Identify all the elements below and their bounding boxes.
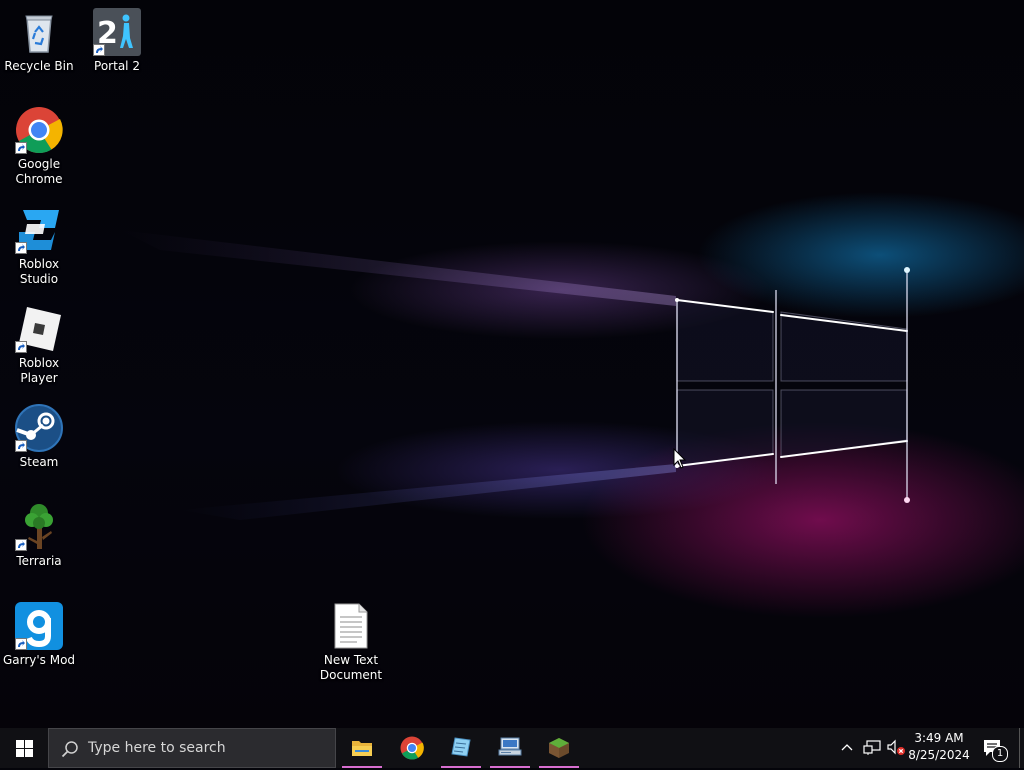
steam-icon [15, 404, 63, 452]
shortcut-arrow-icon [15, 440, 27, 452]
notification-count-badge: 1 [992, 746, 1008, 762]
desktop-icon-label: Garry's Mod [2, 653, 76, 667]
desktop-icon-label: Portal 2 [94, 59, 140, 73]
clock-date: 8/25/2024 [908, 748, 970, 762]
roblox-player-icon [15, 305, 63, 353]
taskbar-search-box[interactable]: Type here to search [48, 728, 336, 768]
desktop-icon-label: Recycle Bin [4, 59, 74, 73]
taskbar-network-app[interactable] [490, 728, 530, 768]
clock-time: 3:49 AM [914, 731, 964, 745]
network-tray-button[interactable] [860, 728, 882, 768]
desktop-icon-recycle-bin[interactable]: Recycle Bin [0, 8, 78, 74]
volume-muted-icon [887, 739, 905, 755]
desktop-icon-garrys-mod[interactable]: Garry's Mod [0, 602, 78, 668]
search-icon [61, 741, 78, 758]
windows-logo-wallpaper [120, 230, 910, 520]
taskbar-chrome[interactable] [392, 728, 432, 768]
shortcut-arrow-icon [15, 638, 27, 650]
chrome-icon [400, 736, 424, 760]
taskbar: Type here to search 3:49 AM 8/25/2024 1 [0, 728, 1024, 768]
desktop-icon-label: New Text Document [319, 653, 383, 682]
file-explorer-icon [352, 741, 372, 756]
windows-start-icon [16, 740, 33, 757]
show-hidden-icons-button[interactable] [838, 728, 856, 768]
desktop-icon-label: Google Chrome [15, 157, 63, 186]
desktop-icon-label: Roblox Player [18, 356, 60, 385]
garrys-mod-icon [15, 602, 63, 650]
desktop-icon-steam[interactable]: Steam [0, 404, 78, 470]
shortcut-arrow-icon [15, 242, 27, 254]
shortcut-arrow-icon [15, 539, 27, 551]
action-center-button[interactable]: 1 [980, 728, 1010, 768]
taskbar-file-explorer[interactable] [342, 728, 382, 768]
terraria-icon [15, 503, 63, 551]
chrome-icon [15, 106, 63, 154]
desktop-icon-roblox-player[interactable]: Roblox Player [0, 305, 78, 386]
network-icon [863, 740, 881, 755]
mouse-pointer-icon [673, 448, 687, 469]
portal-2-icon: 2 [93, 8, 141, 56]
shortcut-arrow-icon [15, 142, 27, 154]
search-placeholder: Type here to search [88, 740, 226, 756]
desktop-icon-label: Terraria [16, 554, 62, 568]
desktop-icon-terraria[interactable]: Terraria [0, 503, 78, 569]
desktop-icon-portal-2[interactable]: 2 Portal 2 [78, 8, 156, 74]
shortcut-arrow-icon [93, 44, 105, 56]
shortcut-arrow-icon [15, 341, 27, 353]
recycle-bin-icon [15, 8, 63, 56]
start-button[interactable] [0, 728, 48, 768]
desktop-icon-label: Steam [19, 455, 59, 469]
taskbar-minecraft[interactable] [539, 728, 579, 768]
desktop-icon-label: Roblox Studio [18, 257, 60, 286]
minecraft-icon [549, 738, 569, 758]
desktop-icon-new-text-document[interactable]: New Text Document [312, 602, 390, 683]
desktop-icon-roblox-studio[interactable]: Roblox Studio [0, 206, 78, 287]
taskbar-clock[interactable]: 3:49 AM 8/25/2024 [904, 730, 974, 770]
taskbar-notepad[interactable] [441, 728, 481, 768]
notepad-icon [451, 737, 471, 757]
desktop-icon-google-chrome[interactable]: Google Chrome [0, 106, 78, 187]
volume-tray-button[interactable] [884, 728, 906, 768]
roblox-studio-icon [15, 206, 63, 254]
desktop: Recycle Bin 2 Portal 2 Google Chrome Rob… [0, 0, 1024, 728]
network-computer-icon [498, 737, 522, 756]
show-desktop-button[interactable] [1019, 728, 1024, 768]
text-document-icon [327, 602, 375, 650]
chevron-up-icon [841, 744, 853, 751]
